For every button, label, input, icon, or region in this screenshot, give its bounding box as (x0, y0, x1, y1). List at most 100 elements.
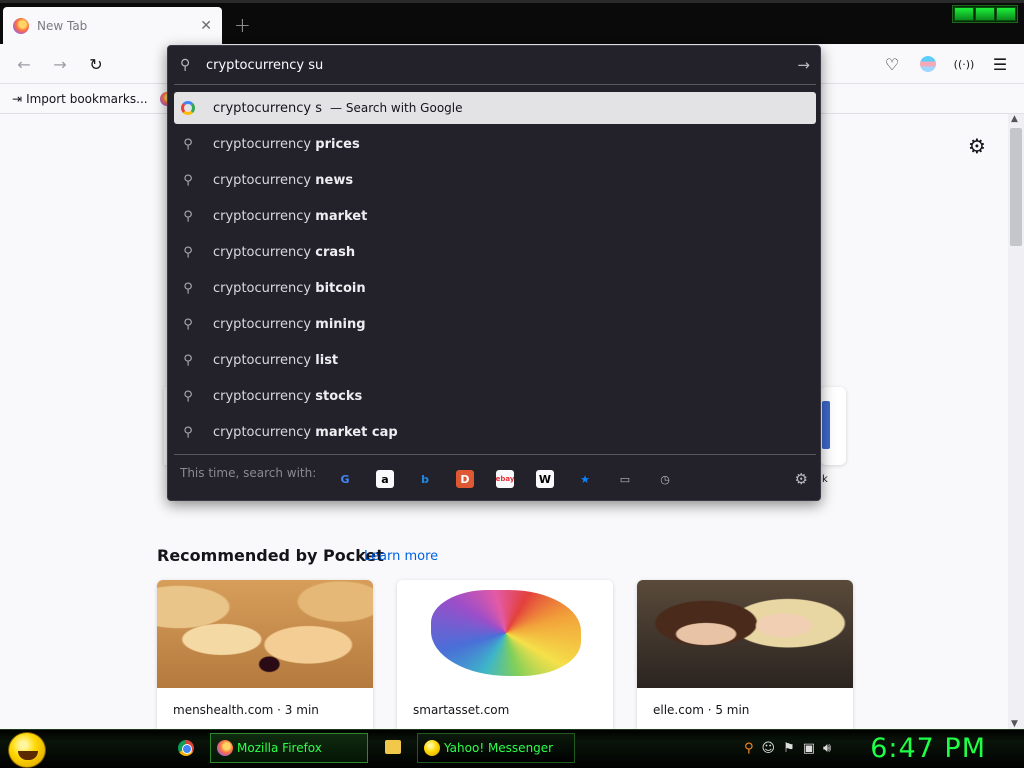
clock[interactable]: 6:47 PM (870, 733, 986, 764)
search-icon: ⚲ (183, 172, 193, 188)
tab-strip: New Tab ✕ + (0, 0, 1024, 44)
suggestion-item[interactable]: ⚲ cryptocurrency crash (174, 234, 816, 270)
settings-gear-icon[interactable]: ⚙ (968, 134, 986, 158)
pocket-card[interactable]: elle.com · 5 min (637, 580, 853, 729)
pocket-icon[interactable]: ♡ (882, 54, 902, 74)
search-settings-gear-icon[interactable]: ⚙ (795, 470, 808, 488)
pocket-heading: Recommended by Pocket (157, 546, 384, 565)
suggestion-item[interactable]: ⚲ cryptocurrency prices (174, 126, 816, 162)
firefox-icon (217, 740, 233, 756)
urlbar-input-row: ⚲ (168, 46, 820, 84)
bing-icon[interactable]: b (416, 470, 434, 488)
ebay-icon[interactable]: ebay (496, 470, 514, 488)
duckduckgo-icon[interactable]: D (456, 470, 474, 488)
divider (174, 84, 816, 85)
go-arrow-icon[interactable]: → (797, 56, 810, 74)
google-icon[interactable]: G (336, 470, 354, 488)
maximize-button[interactable] (975, 7, 995, 21)
search-icon: ⚲ (183, 316, 193, 332)
pocket-card[interactable]: menshealth.com · 3 min (157, 580, 373, 729)
suggestion-search-google[interactable]: cryptocurrency s — Search with Google (174, 92, 816, 124)
taskbar: Mozilla Firefox Yahoo! Messenger ⚲ ☺ ⚑ ▣… (0, 729, 1024, 768)
new-tab-button[interactable]: + (234, 13, 251, 37)
start-button-smiley-icon[interactable] (8, 732, 46, 768)
yahoo-smiley-icon (424, 740, 440, 756)
page-scrollbar[interactable]: ▲ ▼ (1008, 114, 1024, 729)
tab-new-tab[interactable]: New Tab ✕ (3, 7, 222, 44)
topsite-card[interactable] (820, 387, 846, 465)
suggestion-list: cryptocurrency s — Search with Google ⚲ c… (174, 92, 816, 450)
search-icon: ⚲ (183, 424, 193, 440)
card-source: smartasset.com (413, 703, 510, 717)
suggestion-text: cryptocurrency list (213, 352, 339, 368)
taskbar-item-label: Mozilla Firefox (237, 741, 322, 755)
account-icon[interactable] (918, 54, 938, 74)
minimize-button[interactable] (954, 7, 974, 21)
google-icon (181, 101, 195, 115)
divider (174, 454, 816, 455)
system-tray: ⚲ ☺ ⚑ ▣ 🔊︎ (744, 741, 831, 756)
search-with-label: This time, search with: (180, 466, 317, 480)
taskbar-item-label: Yahoo! Messenger (444, 741, 554, 755)
tab-close-icon[interactable]: ✕ (200, 18, 212, 34)
folder-icon[interactable] (385, 740, 401, 754)
card-source: menshealth.com · 3 min (173, 703, 319, 717)
search-icon: ⚲ (183, 388, 193, 404)
back-icon[interactable]: ← (14, 54, 34, 74)
wikipedia-icon[interactable]: W (536, 470, 554, 488)
card-image (397, 580, 613, 688)
urlbar-input[interactable] (206, 57, 766, 73)
search-icon: ⚲ (183, 244, 193, 260)
search-icon: ⚲ (183, 208, 193, 224)
suggestion-text: cryptocurrency prices (213, 136, 360, 152)
topsite-label: k (822, 474, 828, 485)
taskbar-item-yahoo-messenger[interactable]: Yahoo! Messenger (417, 733, 575, 763)
suggestion-item[interactable]: ⚲ cryptocurrency news (174, 162, 816, 198)
search-tray-icon[interactable]: ⚲ (744, 741, 754, 756)
suggestion-text: cryptocurrency s (213, 100, 323, 116)
chrome-icon[interactable] (178, 740, 194, 756)
card-source: elle.com · 5 min (653, 703, 750, 717)
import-icon: ⇥ (12, 91, 23, 106)
menu-icon[interactable]: ☰ (990, 54, 1010, 74)
amazon-icon[interactable]: a (376, 470, 394, 488)
suggestion-item[interactable]: ⚲ cryptocurrency market (174, 198, 816, 234)
search-icon: ⚲ (180, 57, 191, 73)
extension-icon[interactable]: ((·)) (954, 54, 975, 74)
suggestion-text: cryptocurrency news (213, 172, 354, 188)
pocket-learn-more-link[interactable]: Learn more (364, 549, 438, 564)
flag-icon[interactable]: ⚑ (783, 741, 795, 756)
suggestion-text: cryptocurrency stocks (213, 388, 363, 404)
volume-icon[interactable]: 🔊︎ (823, 741, 831, 756)
suggestion-text: cryptocurrency market (213, 208, 368, 224)
pocket-card[interactable]: smartasset.com (397, 580, 613, 729)
reload-icon[interactable]: ↻ (86, 54, 106, 74)
suggestion-item[interactable]: ⚲ cryptocurrency market cap (174, 414, 816, 450)
suggestion-action: — Search with Google (330, 101, 463, 115)
one-off-search-engines: Ga b Debay W ★ ▭ ◷ (336, 470, 674, 488)
tabs-icon[interactable]: ▭ (616, 470, 634, 488)
close-window-button[interactable] (996, 7, 1016, 21)
scroll-up-icon[interactable]: ▲ (1011, 114, 1018, 124)
card-image (157, 580, 373, 688)
messenger-tray-icon[interactable]: ☺ (762, 741, 776, 756)
suggestion-text: cryptocurrency mining (213, 316, 366, 332)
suggestion-item[interactable]: ⚲ cryptocurrency list (174, 342, 816, 378)
suggestion-item[interactable]: ⚲ cryptocurrency stocks (174, 378, 816, 414)
search-icon: ⚲ (183, 280, 193, 296)
bookmarks-star-icon[interactable]: ★ (576, 470, 594, 488)
suggestion-item[interactable]: ⚲ cryptocurrency bitcoin (174, 270, 816, 306)
suggestion-item[interactable]: ⚲ cryptocurrency mining (174, 306, 816, 342)
urlbar-popup: ⚲ → cryptocurrency s — Search with Googl… (167, 45, 821, 501)
import-bookmarks-link[interactable]: Import bookmarks... (26, 92, 148, 106)
scroll-down-icon[interactable]: ▼ (1011, 719, 1018, 729)
forward-icon[interactable]: → (50, 54, 70, 74)
history-icon[interactable]: ◷ (656, 470, 674, 488)
search-icon: ⚲ (183, 352, 193, 368)
taskbar-item-firefox[interactable]: Mozilla Firefox (210, 733, 368, 763)
scrollbar-thumb[interactable] (1010, 128, 1022, 246)
card-image (637, 580, 853, 688)
window-controls (952, 5, 1018, 23)
network-icon[interactable]: ▣ (803, 741, 815, 756)
suggestion-text: cryptocurrency crash (213, 244, 356, 260)
